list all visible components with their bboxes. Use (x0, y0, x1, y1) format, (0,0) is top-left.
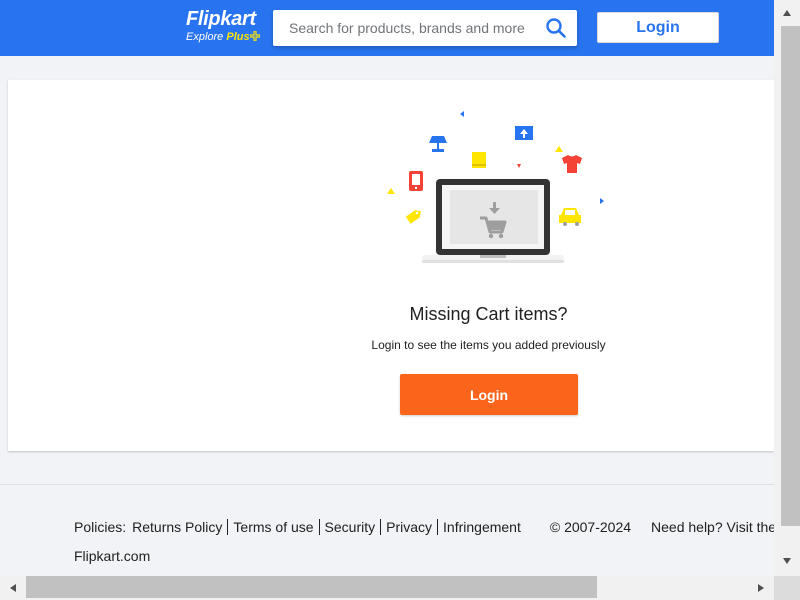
tshirt-icon (562, 155, 582, 173)
header-login-button[interactable]: Login (597, 12, 719, 43)
empty-cart-card: Missing Cart items? Login to see the ite… (8, 80, 774, 451)
tag-icon (405, 210, 421, 224)
footer: Policies: Returns Policy Terms of use Se… (0, 484, 790, 576)
phone-icon (409, 171, 423, 191)
horizontal-scrollbar[interactable] (0, 576, 774, 600)
footer-links-row: Policies: Returns Policy Terms of use Se… (74, 517, 790, 537)
scroll-down-button[interactable] (774, 548, 800, 574)
copyright-text: © 2007-2024 (549, 519, 632, 535)
arrow-down-icon (783, 558, 791, 564)
footer-link-terms-of-use[interactable]: Terms of use (227, 519, 318, 535)
arrow-left-icon (10, 584, 16, 592)
logo-tag-plus: Plus (226, 31, 250, 43)
scrollbar-corner (774, 576, 800, 600)
footer-link-privacy[interactable]: Privacy (380, 519, 437, 535)
logo-name: Flipkart (186, 8, 256, 30)
search-button[interactable] (545, 17, 567, 39)
footer-link-returns-policy[interactable]: Returns Policy (132, 519, 227, 535)
car-icon (559, 208, 581, 226)
empty-cart-title: Missing Cart items? (409, 304, 568, 324)
book-icon (472, 152, 486, 168)
scroll-right-button[interactable] (748, 576, 774, 600)
arrow-right-icon (758, 584, 764, 592)
vertical-scrollbar[interactable] (774, 0, 800, 576)
laptop-cart-icon (422, 179, 564, 263)
search-box (273, 10, 577, 46)
vertical-scroll-thumb[interactable] (781, 26, 800, 526)
horizontal-scroll-thumb[interactable] (26, 576, 597, 598)
footer-link-security[interactable]: Security (318, 519, 381, 535)
help-label: Need help? Visit the (651, 519, 780, 535)
logo-tag-prefix: Explore (186, 31, 227, 43)
scroll-up-button[interactable] (774, 0, 800, 26)
search-icon (546, 18, 566, 38)
flipkart-logo[interactable]: Flipkart Explore Plus (186, 8, 264, 48)
arrow-up-icon (783, 10, 791, 16)
empty-cart-subtitle: Login to see the items you added previou… (371, 338, 606, 352)
scroll-left-button[interactable] (0, 576, 26, 600)
footer-site-name: Flipkart.com (74, 548, 151, 564)
header-bar: Flipkart Explore Plus Login (0, 0, 774, 56)
footer-link-infringement[interactable]: Infringement (437, 519, 526, 535)
logo-tagline: Explore Plus (186, 30, 264, 44)
missing-cart-illustration (387, 111, 604, 263)
search-input[interactable] (273, 10, 535, 46)
help-text: Need help? Visit the H (651, 519, 790, 535)
policies-label: Policies: (74, 519, 127, 535)
plus-icon (249, 31, 260, 41)
lamp-icon (429, 136, 447, 152)
upload-icon (515, 126, 533, 140)
cart-login-button[interactable]: Login (400, 374, 578, 415)
